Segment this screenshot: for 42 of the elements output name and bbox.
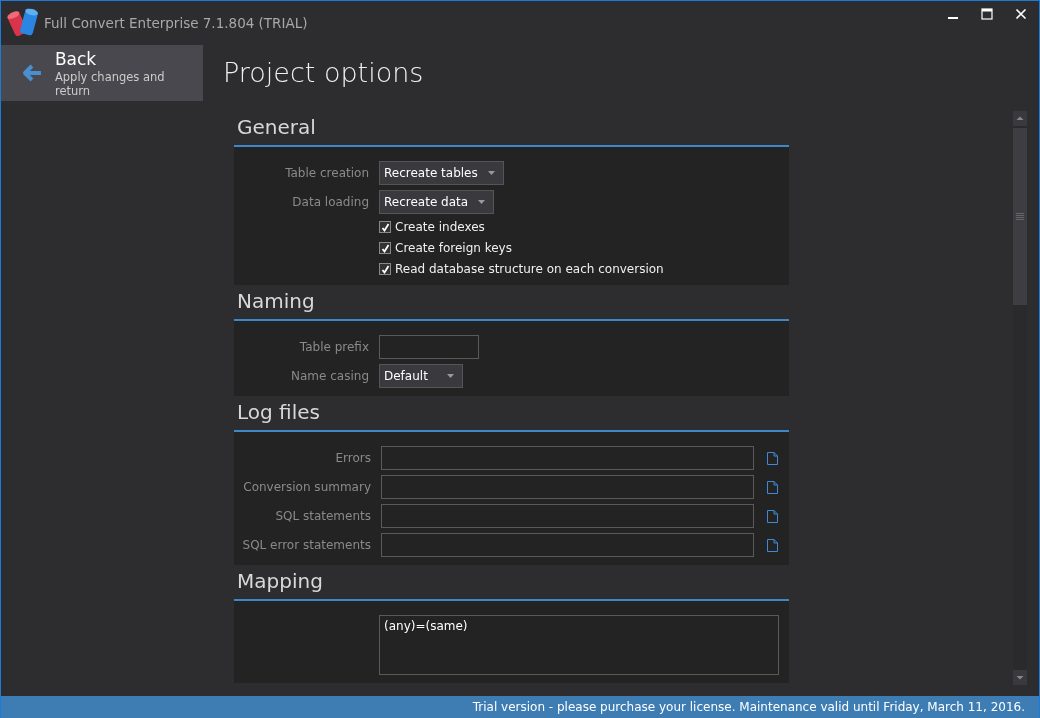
file-icon[interactable]	[767, 538, 778, 552]
checkbox[interactable]	[379, 221, 391, 233]
app-logo-icon	[6, 8, 40, 38]
back-arrow-icon	[21, 63, 43, 83]
dropdown[interactable]: Default	[379, 364, 463, 388]
field-label: Errors	[334, 451, 371, 465]
maximize-icon[interactable]	[981, 8, 993, 20]
input-field[interactable]	[381, 504, 754, 528]
file-icon[interactable]	[767, 480, 778, 494]
field-label: SQL statements	[274, 509, 371, 523]
back-button[interactable]: Back Apply changes and return	[1, 45, 203, 101]
dropdown[interactable]: Recreate tables	[379, 161, 504, 185]
field-label: Table creation	[284, 166, 369, 180]
input-field[interactable]	[381, 475, 754, 499]
checkbox-label: Create indexes	[395, 220, 485, 234]
input-field[interactable]	[381, 446, 754, 470]
input-field[interactable]	[379, 335, 479, 359]
scroll-up-icon[interactable]	[1013, 111, 1027, 126]
field-label: Name casing	[290, 369, 369, 383]
window-title: Full Convert Enterprise 7.1.804 (TRIAL)	[44, 15, 308, 31]
scroll-thumb[interactable]	[1013, 128, 1027, 305]
checkbox-label: Create foreign keys	[395, 241, 512, 255]
field-label: SQL error statements	[241, 538, 371, 552]
caret-icon	[487, 171, 495, 175]
dropdown[interactable]: Recreate data	[379, 190, 495, 214]
close-icon[interactable]	[1015, 8, 1027, 20]
page-title: Project options	[222, 56, 425, 90]
file-icon[interactable]	[767, 509, 778, 523]
caret-icon	[447, 374, 454, 378]
field-label: Conversion summary	[242, 480, 371, 494]
text-area[interactable]: (any)=(same)	[379, 615, 779, 675]
checkbox[interactable]	[379, 242, 391, 254]
file-icon[interactable]	[767, 451, 778, 465]
checkbox-label: Read database structure on each conversion	[395, 262, 664, 276]
status-bar: Trial version - please purchase your license. Maintenance valid until Friday, March 11, 2016.	[1, 696, 1039, 718]
checkbox[interactable]	[379, 263, 391, 275]
input-field[interactable]	[381, 533, 754, 557]
scrollbar[interactable]	[1013, 111, 1027, 685]
scroll-down-icon[interactable]	[1013, 670, 1027, 685]
caret-icon	[478, 200, 486, 204]
field-label: Data loading	[291, 195, 369, 209]
field-label: Table prefix	[298, 340, 369, 354]
